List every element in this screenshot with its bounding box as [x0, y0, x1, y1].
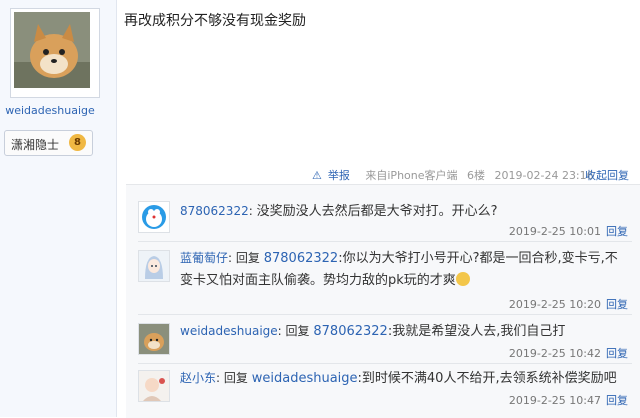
post-meta: ⚠ 举报 来自iPhone客户端 6楼 2019-02-24 23:16	[312, 167, 600, 183]
doraemon-avatar-image	[139, 202, 169, 232]
reply-line-continued: 变卡又怕对面主队偷袭。势均力敌的pk玩的才爽	[180, 268, 470, 293]
shiba-avatar-image	[139, 324, 169, 354]
reply-text: :我就是希望没人去,我们自己打	[387, 324, 566, 339]
reply-meta: 2019-2-25 10:47 回复	[509, 392, 628, 408]
reply-avatar[interactable]	[138, 201, 170, 233]
reply-button[interactable]: 回复	[606, 394, 628, 407]
warning-icon: ⚠	[312, 169, 322, 182]
reply-line: weidadeshuaige: 回复 878062322:我就是希望没人去,我们…	[180, 324, 566, 339]
reply-item: 赵小东: 回复 weidadeshuaige:到时候不满40人不给开,去领系统补…	[126, 364, 640, 418]
reply-username[interactable]: 赵小东	[180, 371, 216, 385]
anime-girl-avatar-image	[139, 251, 169, 281]
reply-avatar[interactable]	[138, 250, 170, 282]
badge-level-icon: 8	[69, 134, 86, 151]
reply-target[interactable]: weidadeshuaige	[252, 371, 358, 386]
reply-line: 878062322: 没奖励没人去然后都是大爷对打。开心么?	[180, 204, 498, 219]
report-link[interactable]: ⚠ 举报	[312, 169, 359, 182]
shiba-avatar-image	[14, 12, 90, 88]
reply-text: :到时候不满40人不给开,去领系统补偿奖励吧	[357, 371, 617, 386]
reply-username[interactable]: 蓝葡萄仔	[180, 251, 228, 265]
post-floor: 6楼	[467, 169, 486, 182]
reply-username[interactable]: 878062322	[180, 204, 249, 218]
reply-target[interactable]: 878062322	[313, 324, 387, 339]
reply-prefix: 回复	[285, 324, 310, 338]
reply-time: 2019-2-25 10:01	[508, 225, 601, 238]
reply-avatar[interactable]	[138, 323, 170, 355]
reply-item: weidadeshuaige: 回复 878062322:我就是希望没人去,我们…	[126, 315, 640, 363]
badge-title: 潇湘隐士	[11, 138, 60, 152]
reply-prefix: 回复	[235, 251, 260, 265]
reply-item: 蓝葡萄仔: 回复 878062322:你以为大爷打小号开心?都是一回合秒,变卡亏…	[126, 242, 640, 314]
reply-button[interactable]: 回复	[606, 298, 628, 311]
reply-line: 赵小东: 回复 weidadeshuaige:到时候不满40人不给开,去领系统补…	[180, 371, 617, 386]
baby-avatar-image	[139, 371, 169, 401]
reply-prefix: 回复	[223, 371, 248, 385]
reply-button[interactable]: 回复	[606, 225, 628, 238]
collapse-replies-link[interactable]: 收起回复	[585, 167, 629, 183]
reply-time: 2019-2-25 10:20	[508, 298, 601, 311]
reply-avatar[interactable]	[138, 370, 170, 402]
author-username[interactable]: weidadeshuaige	[0, 104, 100, 117]
reply-item: 878062322: 没奖励没人去然后都是大爷对打。开心么? 2019-2-25…	[126, 185, 640, 241]
reply-username[interactable]: weidadeshuaige	[180, 324, 278, 338]
laughing-emoji-icon	[455, 272, 470, 286]
post-content: 再改成积分不够没有现金奖励	[124, 13, 306, 29]
post-source[interactable]: 来自iPhone客户端	[365, 169, 457, 182]
reply-meta: 2019-2-25 10:01 回复	[509, 223, 628, 239]
author-badge[interactable]: 潇湘隐士 8	[4, 130, 93, 156]
reply-text: :你以为大爷打小号开心?都是一回合秒,变卡亏,不	[338, 251, 618, 266]
reply-text-continued: 变卡又怕对面主队偷袭。势均力敌的pk玩的才爽	[180, 273, 456, 288]
reply-time: 2019-2-25 10:42	[508, 347, 601, 360]
reply-meta: 2019-2-25 10:42 回复	[509, 345, 628, 361]
reply-meta: 2019-2-25 10:20 回复	[509, 296, 628, 312]
reply-text: 没奖励没人去然后都是大爷对打。开心么?	[256, 204, 498, 219]
post-timestamp: 2019-02-24 23:16	[494, 169, 594, 182]
reply-list: 878062322: 没奖励没人去然后都是大爷对打。开心么? 2019-2-25…	[126, 184, 640, 418]
reply-time: 2019-2-25 10:47	[508, 394, 601, 407]
author-avatar[interactable]	[10, 8, 100, 98]
author-panel: weidadeshuaige 潇湘隐士 8	[0, 0, 117, 417]
reply-button[interactable]: 回复	[606, 347, 628, 360]
reply-target[interactable]: 878062322	[264, 251, 338, 266]
